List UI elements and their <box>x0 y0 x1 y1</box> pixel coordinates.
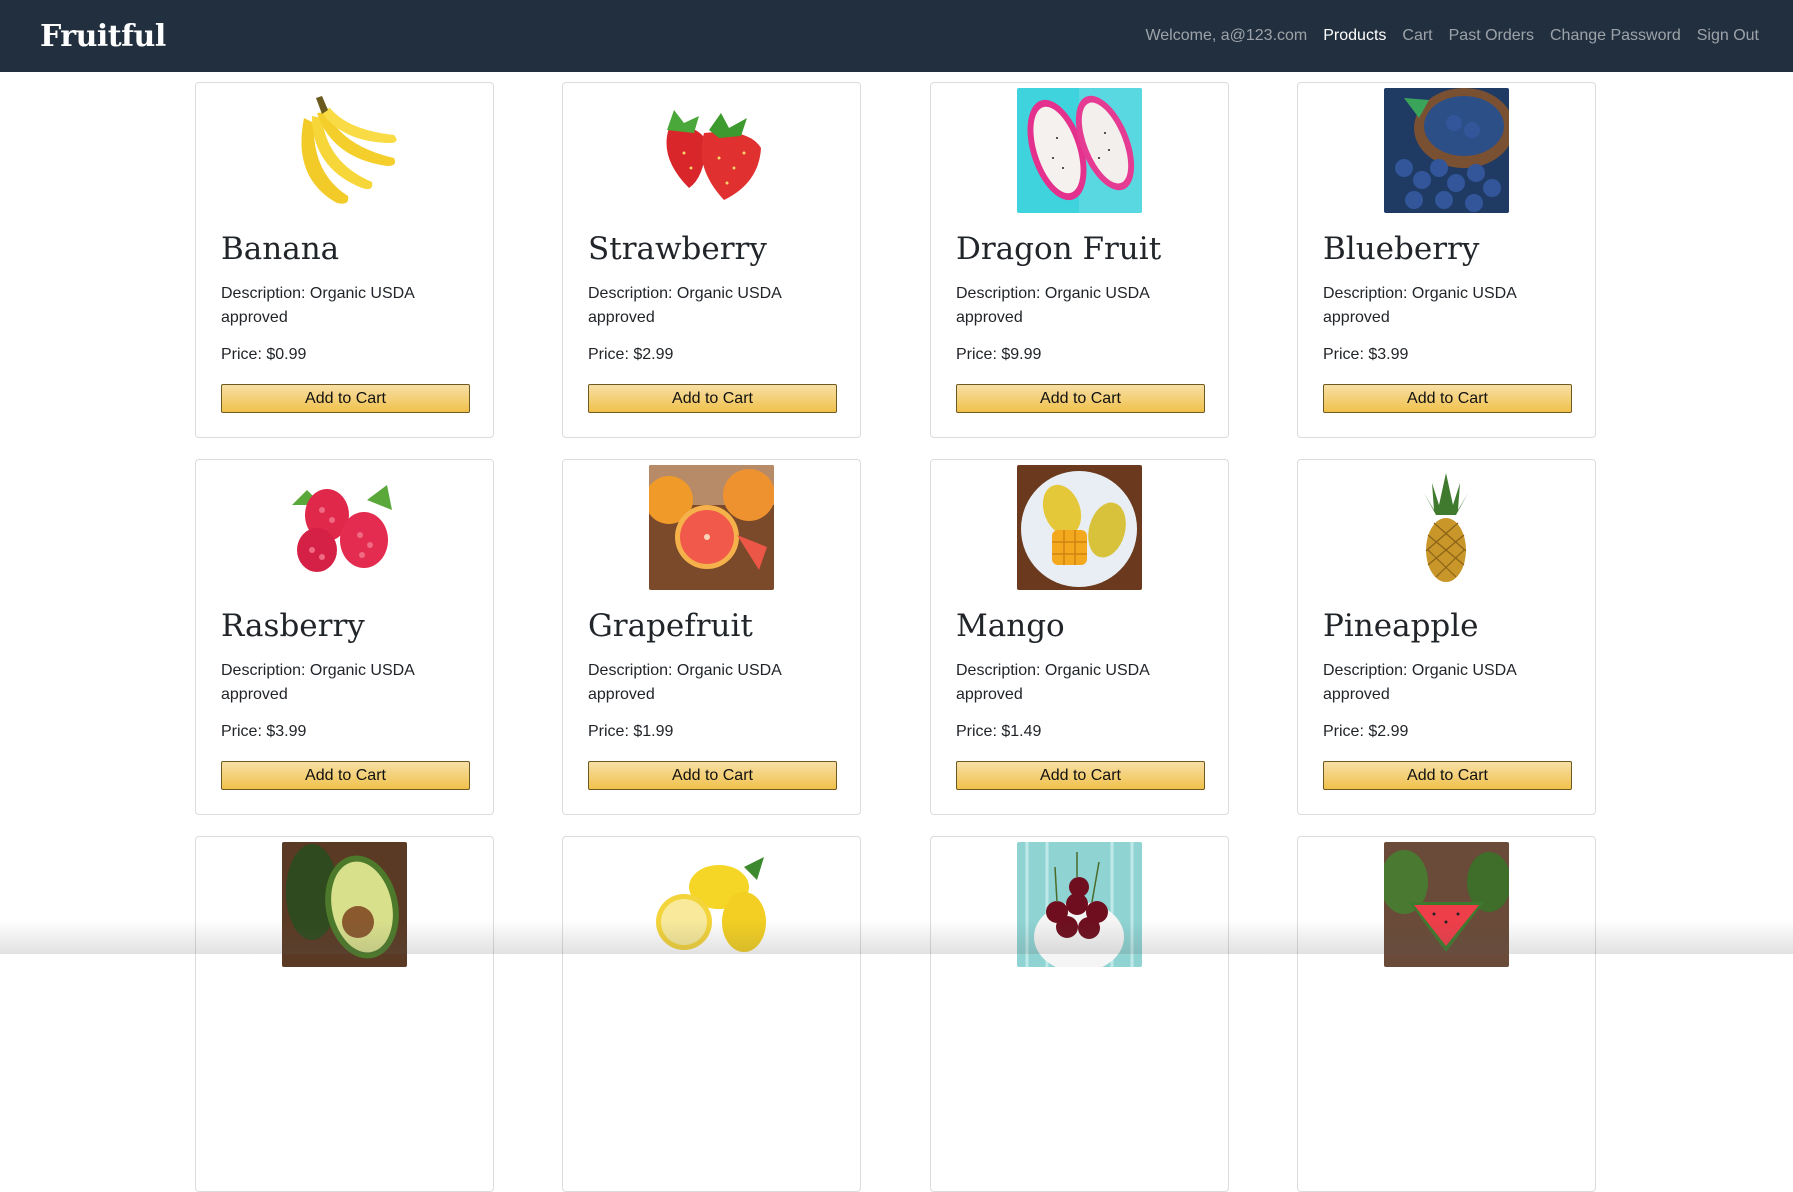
product-card: Grapefruit Description: Organic USDA app… <box>562 459 861 815</box>
banana-image <box>282 88 407 213</box>
product-name: Blueberry <box>1323 231 1480 267</box>
pineapple-image <box>1384 465 1509 590</box>
product-description: Description: Organic USDA approved <box>221 662 414 703</box>
nav-change-password-link[interactable]: Change Password <box>1550 27 1681 45</box>
product-description: Description: Organic USDA approved <box>956 662 1149 703</box>
blueberry-image <box>1384 88 1509 213</box>
product-card: Banana Description: Organic USDA approve… <box>195 82 494 438</box>
product-price: Price: $9.99 <box>956 346 1042 363</box>
avocado-image <box>282 842 407 967</box>
nav-links: Welcome, a@123.com Products Cart Past Or… <box>1145 27 1759 45</box>
product-grid: Banana Description: Organic USDA approve… <box>0 0 1793 1192</box>
raspberry-image <box>282 465 407 590</box>
product-price: Price: $3.99 <box>221 723 307 740</box>
nav-cart-link[interactable]: Cart <box>1402 27 1432 45</box>
product-description: Description: Organic USDA approved <box>221 285 414 326</box>
add-to-cart-button[interactable]: Add to Cart <box>221 384 470 413</box>
product-description: Description: Organic USDA approved <box>956 285 1149 326</box>
product-name: Grapefruit <box>588 608 753 644</box>
product-name: Rasberry <box>221 608 365 644</box>
grapefruit-image <box>649 465 774 590</box>
product-price: Price: $2.99 <box>1323 723 1409 740</box>
product-name: Pineapple <box>1323 608 1479 644</box>
add-to-cart-button[interactable]: Add to Cart <box>956 761 1205 790</box>
product-card <box>562 836 861 1192</box>
product-price: Price: $0.99 <box>221 346 307 363</box>
add-to-cart-button[interactable]: Add to Cart <box>221 761 470 790</box>
nav-past-orders-link[interactable]: Past Orders <box>1449 27 1534 45</box>
product-card: Rasberry Description: Organic USDA appro… <box>195 459 494 815</box>
top-navbar: Fruitful Welcome, a@123.com Products Car… <box>0 0 1793 72</box>
strawberry-image <box>649 88 774 213</box>
mango-image <box>1017 465 1142 590</box>
welcome-text: Welcome, a@123.com <box>1145 27 1308 44</box>
product-card: Dragon Fruit Description: Organic USDA a… <box>930 82 1229 438</box>
product-card: Pineapple Description: Organic USDA appr… <box>1297 459 1596 815</box>
dragon-fruit-image <box>1017 88 1142 213</box>
nav-products-link[interactable]: Products <box>1323 27 1386 45</box>
product-description: Description: Organic USDA approved <box>588 285 781 326</box>
product-price: Price: $1.49 <box>956 723 1042 740</box>
product-description: Description: Organic USDA approved <box>1323 285 1516 326</box>
product-price: Price: $2.99 <box>588 346 674 363</box>
add-to-cart-button[interactable]: Add to Cart <box>956 384 1205 413</box>
product-description: Description: Organic USDA approved <box>1323 662 1516 703</box>
brand-logo[interactable]: Fruitful <box>40 19 166 54</box>
cherry-image <box>1017 842 1142 967</box>
product-card <box>195 836 494 1192</box>
product-card: Strawberry Description: Organic USDA app… <box>562 82 861 438</box>
product-name: Banana <box>221 231 340 267</box>
product-price: Price: $1.99 <box>588 723 674 740</box>
product-card <box>1297 836 1596 1192</box>
product-card <box>930 836 1229 1192</box>
add-to-cart-button[interactable]: Add to Cart <box>588 384 837 413</box>
product-name: Strawberry <box>588 231 767 267</box>
nav-sign-out-link[interactable]: Sign Out <box>1697 27 1759 45</box>
lemon-image <box>649 842 774 967</box>
product-name: Mango <box>956 608 1065 644</box>
product-name: Dragon Fruit <box>956 231 1162 267</box>
add-to-cart-button[interactable]: Add to Cart <box>588 761 837 790</box>
watermelon-image <box>1384 842 1509 967</box>
product-description: Description: Organic USDA approved <box>588 662 781 703</box>
add-to-cart-button[interactable]: Add to Cart <box>1323 384 1572 413</box>
product-card: Blueberry Description: Organic USDA appr… <box>1297 82 1596 438</box>
add-to-cart-button[interactable]: Add to Cart <box>1323 761 1572 790</box>
product-card: Mango Description: Organic USDA approved… <box>930 459 1229 815</box>
product-price: Price: $3.99 <box>1323 346 1409 363</box>
